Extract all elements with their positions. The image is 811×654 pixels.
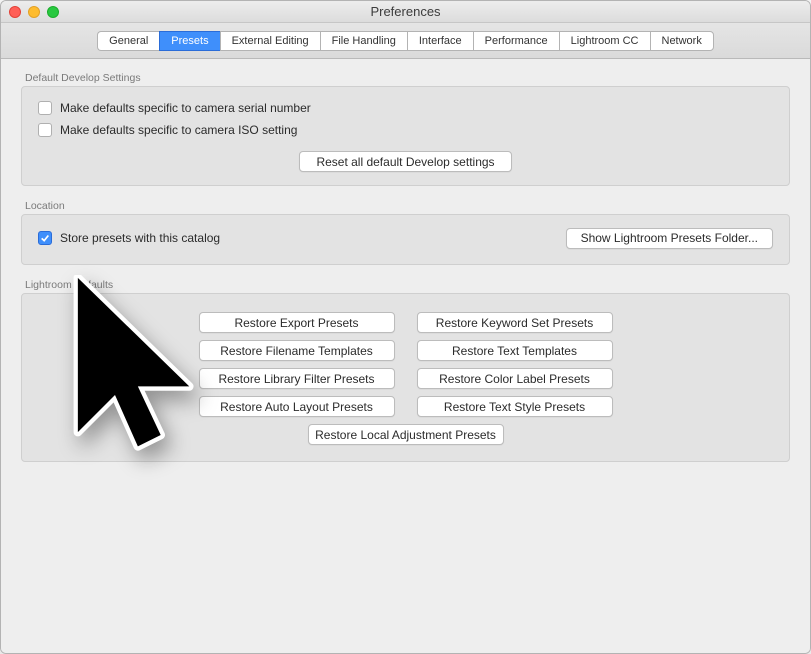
tab-network[interactable]: Network	[650, 31, 714, 51]
restore-export-presets-button[interactable]: Restore Export Presets	[199, 312, 395, 333]
tabbar: General Presets External Editing File Ha…	[1, 23, 810, 59]
tab-external-editing[interactable]: External Editing	[220, 31, 320, 51]
checkbox-store-presets[interactable]	[38, 231, 52, 245]
group-title-default-develop: Default Develop Settings	[25, 72, 790, 84]
preferences-body: Default Develop Settings Make defaults s…	[1, 59, 810, 654]
checkbox-serial-label: Make defaults specific to camera serial …	[60, 101, 311, 115]
checkmark-icon	[40, 233, 50, 243]
restore-keyword-set-presets-button[interactable]: Restore Keyword Set Presets	[417, 312, 613, 333]
preferences-window: Preferences General Presets External Edi…	[0, 0, 811, 654]
zoom-icon[interactable]	[47, 6, 59, 18]
tab-file-handling[interactable]: File Handling	[320, 31, 407, 51]
tab-segmented: General Presets External Editing File Ha…	[97, 31, 714, 51]
restore-local-adjustment-presets-button[interactable]: Restore Local Adjustment Presets	[308, 424, 504, 445]
restore-color-label-presets-button[interactable]: Restore Color Label Presets	[417, 368, 613, 389]
minimize-icon[interactable]	[28, 6, 40, 18]
restore-auto-layout-presets-button[interactable]: Restore Auto Layout Presets	[199, 396, 395, 417]
checkbox-iso-label: Make defaults specific to camera ISO set…	[60, 123, 297, 137]
tab-lightroom-cc[interactable]: Lightroom CC	[559, 31, 650, 51]
titlebar: Preferences	[1, 1, 810, 23]
restore-text-style-presets-button[interactable]: Restore Text Style Presets	[417, 396, 613, 417]
reset-develop-button[interactable]: Reset all default Develop settings	[299, 151, 511, 172]
window-controls	[9, 6, 59, 18]
group-box-location: Store presets with this catalog Show Lig…	[21, 214, 790, 265]
restore-text-templates-button[interactable]: Restore Text Templates	[417, 340, 613, 361]
restore-column-left: Restore Export Presets Restore Filename …	[199, 312, 395, 417]
restore-column-right: Restore Keyword Set Presets Restore Text…	[417, 312, 613, 417]
group-title-location: Location	[25, 200, 790, 212]
restore-filename-templates-button[interactable]: Restore Filename Templates	[199, 340, 395, 361]
group-lightroom-defaults: Lightroom Defaults Restore Export Preset…	[21, 279, 790, 462]
close-icon[interactable]	[9, 6, 21, 18]
group-box-lightroom-defaults: Restore Export Presets Restore Filename …	[21, 293, 790, 462]
group-title-lightroom-defaults: Lightroom Defaults	[25, 279, 790, 291]
group-default-develop: Default Develop Settings Make defaults s…	[21, 72, 790, 186]
show-presets-folder-button[interactable]: Show Lightroom Presets Folder...	[566, 228, 773, 249]
window-title: Preferences	[370, 4, 440, 19]
restore-library-filter-presets-button[interactable]: Restore Library Filter Presets	[199, 368, 395, 389]
group-box-default-develop: Make defaults specific to camera serial …	[21, 86, 790, 186]
group-location: Location Store presets with this catalog…	[21, 200, 790, 265]
tab-interface[interactable]: Interface	[407, 31, 473, 51]
checkbox-store-presets-label: Store presets with this catalog	[60, 231, 220, 245]
tab-performance[interactable]: Performance	[473, 31, 559, 51]
checkbox-serial[interactable]	[38, 101, 52, 115]
checkbox-iso[interactable]	[38, 123, 52, 137]
tab-general[interactable]: General	[97, 31, 159, 51]
tab-presets[interactable]: Presets	[159, 31, 219, 51]
